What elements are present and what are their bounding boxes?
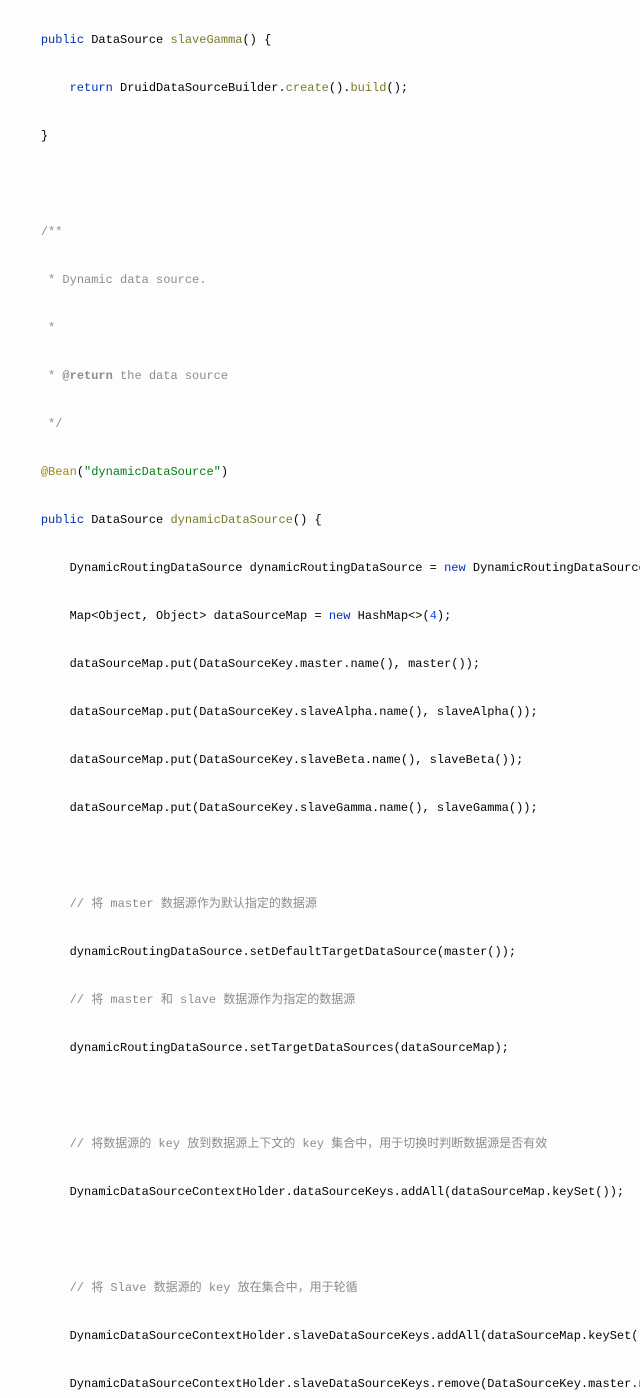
keyword: new (444, 561, 466, 575)
code-line: DynamicDataSourceContextHolder.slaveData… (0, 1324, 640, 1348)
javadoc-tag: @return (62, 369, 112, 383)
code-line: // 将 Slave 数据源的 key 放在集合中，用于轮循 (0, 1276, 640, 1300)
keyword: return (70, 81, 113, 95)
keyword: new (329, 609, 351, 623)
code-line: dataSourceMap.put(DataSourceKey.slaveAlp… (0, 700, 640, 724)
code-line: DynamicDataSourceContextHolder.dataSourc… (0, 1180, 640, 1204)
code-line: public DataSource dynamicDataSource() { (0, 508, 640, 532)
code-line: @Bean("dynamicDataSource") (0, 460, 640, 484)
code-line: dataSourceMap.put(DataSourceKey.slaveBet… (0, 748, 640, 772)
code-line: // 将 master 数据源作为默认指定的数据源 (0, 892, 640, 916)
code-line: * @return the data source (0, 364, 640, 388)
javadoc: * (41, 321, 55, 335)
code-line: // 将 master 和 slave 数据源作为指定的数据源 (0, 988, 640, 1012)
method-name: dynamicDataSource (170, 513, 292, 527)
code-line: * (0, 316, 640, 340)
blank-line (0, 844, 640, 868)
javadoc: * Dynamic data source. (41, 273, 207, 287)
code-line: return DruidDataSourceBuilder.create().b… (0, 76, 640, 100)
code-block: public DataSource slaveGamma() { return … (0, 0, 640, 1398)
comment: // 将 master 数据源作为默认指定的数据源 (70, 897, 317, 911)
code-line: dataSourceMap.put(DataSourceKey.slaveGam… (0, 796, 640, 820)
code-line: } (0, 124, 640, 148)
blank-line (0, 1228, 640, 1252)
string-literal: "dynamicDataSource" (84, 465, 221, 479)
keyword: public (41, 513, 84, 527)
code-line: * Dynamic data source. (0, 268, 640, 292)
comment: // 将数据源的 key 放到数据源上下文的 key 集合中，用于切换时判断数据… (70, 1137, 548, 1151)
code-line: */ (0, 412, 640, 436)
code-line: /** (0, 220, 640, 244)
blank-line (0, 172, 640, 196)
comment: // 将 master 和 slave 数据源作为指定的数据源 (70, 993, 356, 1007)
blank-line (0, 1084, 640, 1108)
code-line: dynamicRoutingDataSource.setTargetDataSo… (0, 1036, 640, 1060)
code-line: dataSourceMap.put(DataSourceKey.master.n… (0, 652, 640, 676)
code-line: DynamicRoutingDataSource dynamicRoutingD… (0, 556, 640, 580)
javadoc: /** (41, 225, 63, 239)
keyword: public (41, 33, 84, 47)
javadoc: */ (41, 417, 63, 431)
comment: // 将 Slave 数据源的 key 放在集合中，用于轮循 (70, 1281, 358, 1295)
code-line: Map<Object, Object> dataSourceMap = new … (0, 604, 640, 628)
code-line: DynamicDataSourceContextHolder.slaveData… (0, 1372, 640, 1396)
annotation: @Bean (41, 465, 77, 479)
number-literal: 4 (430, 609, 437, 623)
method-name: slaveGamma (170, 33, 242, 47)
code-line: // 将数据源的 key 放到数据源上下文的 key 集合中，用于切换时判断数据… (0, 1132, 640, 1156)
code-line: public DataSource slaveGamma() { (0, 28, 640, 52)
code-line: dynamicRoutingDataSource.setDefaultTarge… (0, 940, 640, 964)
